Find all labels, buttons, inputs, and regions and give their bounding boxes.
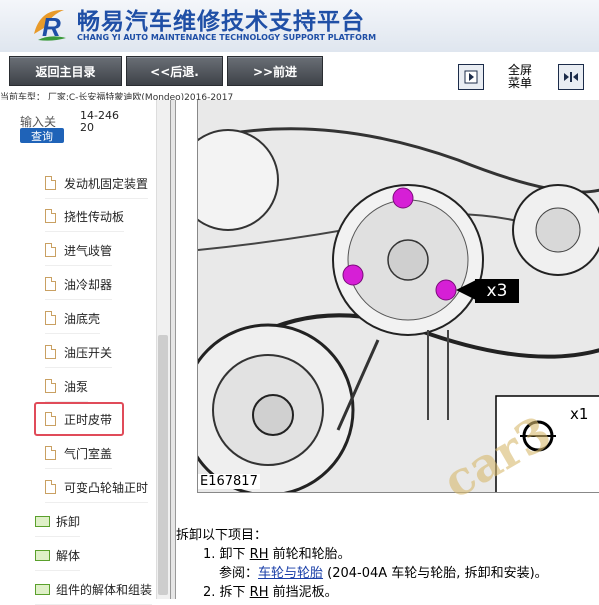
step-2-suffix: 前挡泥板。 bbox=[268, 585, 338, 600]
tree-item-oil-cooler[interactable]: 油冷却器 bbox=[45, 269, 113, 300]
search-input[interactable]: 14-24620 bbox=[80, 110, 120, 134]
tree-item-label: 进气歧管 bbox=[64, 243, 113, 258]
step-1-rh: RH bbox=[249, 547, 269, 562]
tree-item-label: 油冷却器 bbox=[64, 277, 113, 292]
tree-item-intake-manifold[interactable]: 进气歧管 bbox=[45, 235, 113, 266]
forward-button[interactable]: >>前进 bbox=[227, 56, 323, 86]
tree-item-label: 油底壳 bbox=[64, 311, 101, 326]
fullscreen-menu-label[interactable]: 全屏 菜单 bbox=[505, 64, 535, 90]
reference-prefix: 参阅： bbox=[219, 566, 259, 581]
reference-link[interactable]: 车轮与轮胎 bbox=[258, 566, 323, 581]
document-icon bbox=[45, 243, 56, 257]
app-header: R 畅易汽车维修技术支持平台 CHANG YI AUTO MAINTENANCE… bbox=[0, 0, 599, 52]
tree-item-label: 油压开关 bbox=[64, 345, 113, 360]
tree-item-oil-pump[interactable]: 油泵 bbox=[45, 371, 89, 402]
search-button[interactable]: 查询 bbox=[20, 128, 64, 143]
folder-icon bbox=[35, 549, 50, 561]
reference-suffix: (204-04A 车轮与轮胎, 拆卸和安装)。 bbox=[323, 566, 548, 581]
tree-item-label: 发动机固定装置 bbox=[64, 176, 149, 191]
tree-item-label: 组件的解体和组装 bbox=[56, 582, 153, 597]
callout-x3: x3 bbox=[475, 279, 519, 303]
step-1-prefix: 1. 卸下 bbox=[203, 547, 250, 562]
tree-item-flexplate[interactable]: 挠性传动板 bbox=[45, 201, 125, 232]
highlight-box bbox=[34, 402, 124, 436]
figure-id-label: E167817 bbox=[198, 474, 260, 489]
tree-item-engine-mount[interactable]: 发动机固定装置 bbox=[45, 168, 149, 199]
fullscreen-label-line2: 菜单 bbox=[507, 76, 532, 90]
document-icon bbox=[45, 480, 56, 494]
expand-panel-button[interactable] bbox=[558, 64, 584, 90]
folder-icon bbox=[35, 583, 50, 595]
tree-item-component-assembly[interactable]: 组件的解体和组装 bbox=[35, 574, 153, 605]
tree-item-oil-pressure-switch[interactable]: 油压开关 bbox=[45, 337, 113, 368]
document-icon bbox=[45, 446, 56, 460]
tree-item-label: 解体 bbox=[56, 548, 81, 563]
tree-item-label: 挠性传动板 bbox=[64, 209, 125, 224]
step-2: 2. 拆下 RH 前挡泥板。 bbox=[203, 581, 338, 600]
document-icon bbox=[45, 345, 56, 359]
tree-item-valve-cover[interactable]: 气门室盖 bbox=[45, 438, 113, 469]
double-arrow-icon bbox=[564, 72, 578, 82]
step-1-suffix: 前轮和轮胎。 bbox=[268, 547, 351, 562]
arrow-right-icon bbox=[464, 70, 478, 84]
document-icon bbox=[45, 176, 56, 190]
step-2-prefix: 2. 拆下 bbox=[203, 585, 250, 600]
app-subtitle: CHANG YI AUTO MAINTENANCE TECHNOLOGY SUP… bbox=[77, 33, 377, 42]
folder-icon bbox=[35, 515, 50, 527]
tree-item-label: 油泵 bbox=[64, 379, 89, 394]
back-button[interactable]: <<后退. bbox=[126, 56, 223, 86]
callout-x1: x1 bbox=[570, 405, 589, 423]
collapse-panel-button[interactable] bbox=[458, 64, 484, 90]
tree-item-label: 拆卸 bbox=[56, 514, 81, 529]
instructions-intro: 拆卸以下项目： bbox=[176, 528, 268, 543]
step-2-rh: RH bbox=[249, 585, 269, 600]
step-1: 1. 卸下 RH 前轮和轮胎。 bbox=[203, 543, 351, 562]
tree-item-vct[interactable]: 可变凸轮轴正时 bbox=[45, 472, 149, 503]
reference-line: 参阅：车轮与轮胎 (204-04A 车轮与轮胎, 拆卸和安装)。 bbox=[219, 562, 548, 581]
app-title: 畅易汽车维修技术支持平台 bbox=[77, 9, 365, 35]
document-icon bbox=[45, 209, 56, 223]
document-icon bbox=[45, 379, 56, 393]
svg-text:R: R bbox=[42, 12, 61, 42]
home-button[interactable]: 返回主目录 bbox=[9, 56, 122, 86]
tree-item-label: 气门室盖 bbox=[64, 446, 113, 461]
document-icon bbox=[45, 311, 56, 325]
tree-item-label: 可变凸轮轴正时 bbox=[64, 480, 149, 495]
sidebar-scroll-thumb[interactable] bbox=[158, 335, 168, 595]
tree-item-oil-pan[interactable]: 油底壳 bbox=[45, 303, 101, 334]
tree-item-disassembly[interactable]: 解体 bbox=[35, 540, 81, 571]
document-icon bbox=[45, 277, 56, 291]
tree-item-removal[interactable]: 拆卸 bbox=[35, 506, 81, 537]
logo-icon: R bbox=[34, 9, 66, 42]
